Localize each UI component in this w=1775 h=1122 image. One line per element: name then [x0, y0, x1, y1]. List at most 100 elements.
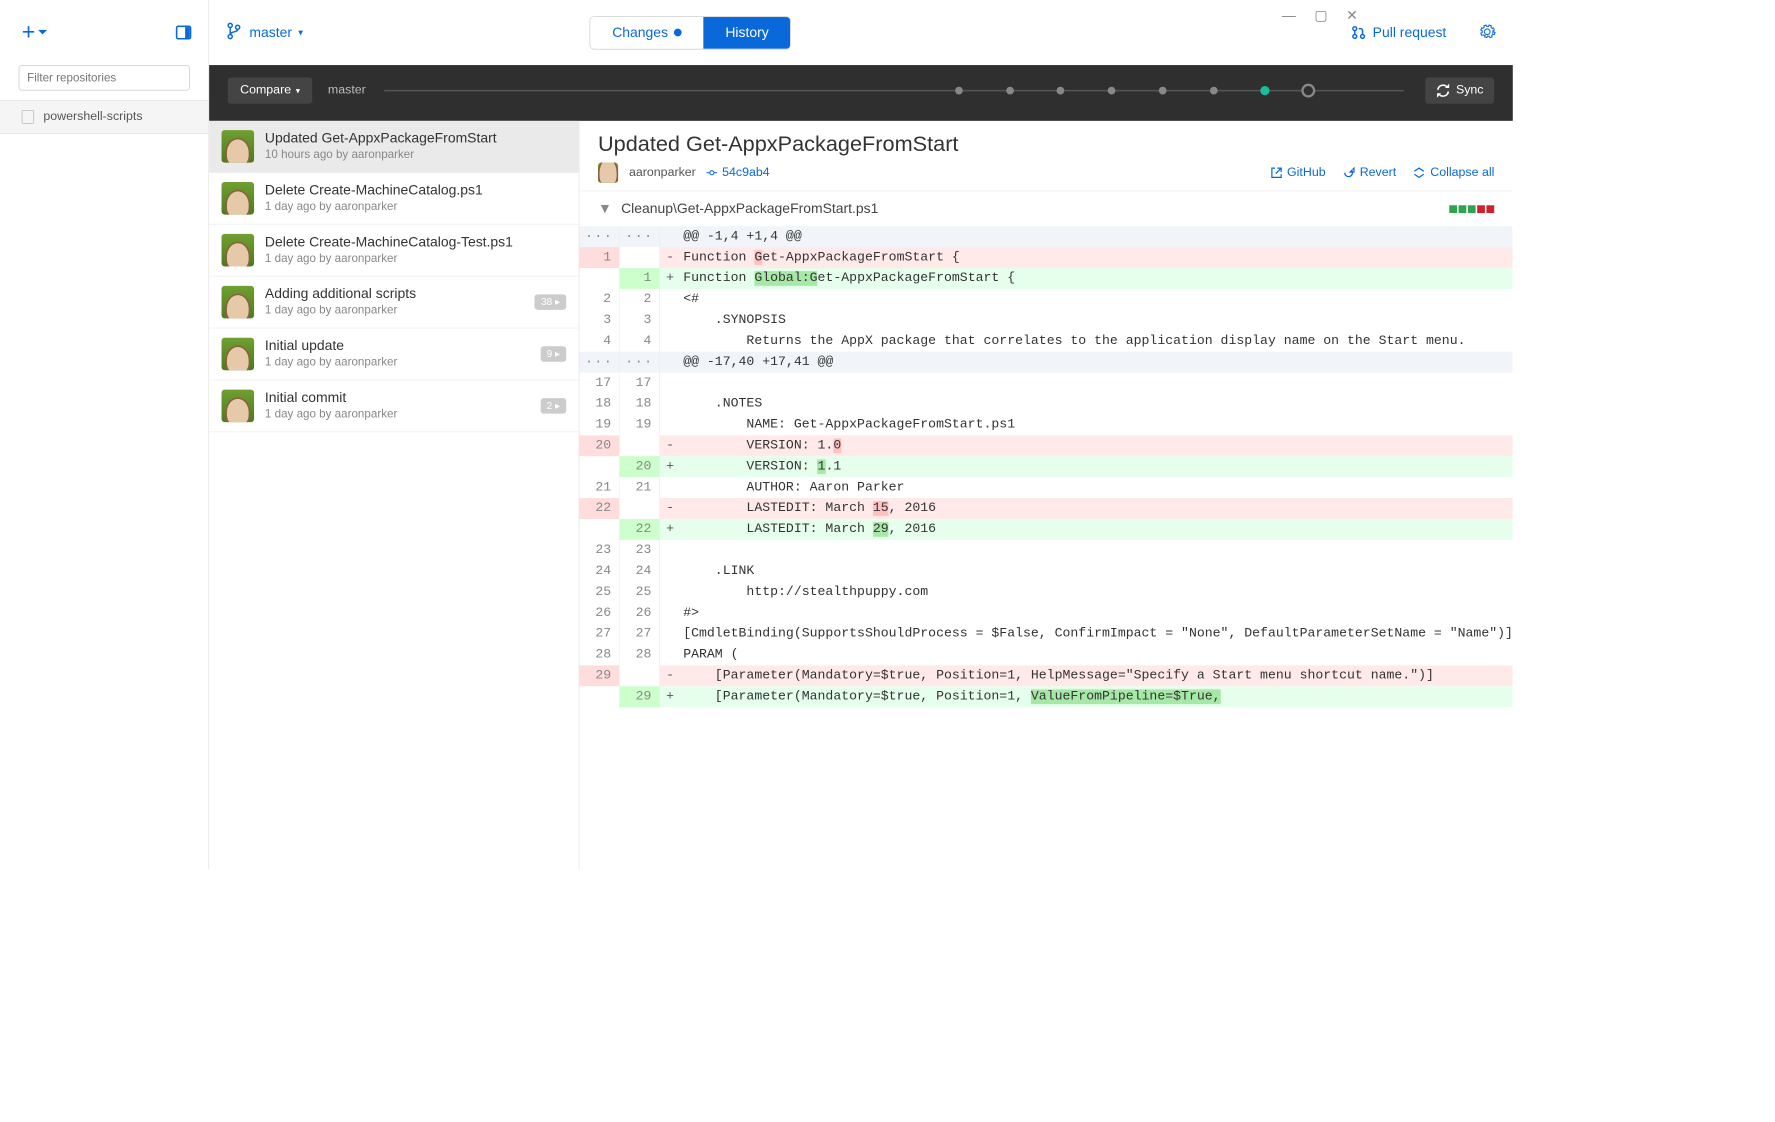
line-number-old: 2 — [579, 289, 619, 310]
file-header[interactable]: ▼ Cleanup\Get-AppxPackageFromStart.ps1 — [579, 191, 1513, 227]
repo-name: powershell-scripts — [43, 110, 142, 124]
repo-item[interactable]: powershell-scripts — [0, 100, 208, 134]
line-number-old: 18 — [579, 393, 619, 414]
close-button[interactable]: ✕ — [1346, 11, 1358, 20]
commit-meta: 1 day ago by aaronparker — [265, 252, 566, 265]
branch-selector[interactable]: master — [226, 21, 303, 43]
line-number-old — [579, 686, 619, 707]
filter-repositories-input[interactable] — [19, 65, 190, 91]
repo-icon — [22, 110, 34, 124]
line-number-old: 1 — [579, 247, 619, 268]
timeline-node[interactable] — [1210, 87, 1218, 95]
timeline-node[interactable] — [1108, 87, 1116, 95]
diff-row: 1919 NAME: Get-AppxPackageFromStart.ps1 — [579, 414, 1513, 435]
commit-item[interactable]: Delete Create-MachineCatalog.ps1 1 day ag… — [209, 173, 578, 225]
line-number-new: 4 — [620, 331, 660, 352]
commit-meta: 10 hours ago by aaronparker — [265, 148, 566, 161]
diff-sign: + — [660, 456, 680, 477]
gear-icon — [1479, 23, 1496, 40]
diff-code: Function Get-AppxPackageFromStart { — [680, 247, 1513, 268]
line-number-new: 28 — [620, 644, 660, 665]
diff-row: 22- LASTEDIT: March 15, 2016 — [579, 498, 1513, 519]
timeline-node[interactable] — [1006, 87, 1014, 95]
commit-timeline[interactable] — [384, 90, 1403, 92]
diff-code: .NOTES — [680, 393, 1513, 414]
commit-item[interactable]: Initial commit1 day ago by aaronparker2 … — [209, 380, 578, 432]
timeline-head-node[interactable] — [1301, 84, 1315, 98]
diff-row: 2424 .LINK — [579, 561, 1513, 582]
plus-icon: + — [22, 19, 36, 45]
sync-icon — [1436, 84, 1450, 98]
chevron-down-icon: ▼ — [598, 201, 612, 217]
line-number-old: 20 — [579, 435, 619, 456]
diff-code: Returns the AppX package that correlates… — [680, 331, 1513, 352]
commit-item[interactable]: Delete Create-MachineCatalog-Test.ps1 1 d… — [209, 225, 578, 277]
timeline-node[interactable] — [1057, 87, 1065, 95]
open-github-button[interactable]: GitHub — [1270, 166, 1326, 180]
commit-title: Adding additional scripts — [265, 286, 524, 302]
diff-table[interactable]: ······@@ -1,4 +1,4 @@1-Function Get-Appx… — [579, 226, 1513, 869]
compare-button[interactable]: Compare — [228, 77, 313, 103]
avatar — [222, 182, 255, 215]
diff-sign: - — [660, 247, 680, 268]
timeline-node[interactable] — [1159, 87, 1167, 95]
line-number-new: 20 — [620, 456, 660, 477]
line-number-old: 17 — [579, 373, 619, 394]
revert-button[interactable]: Revert — [1343, 166, 1397, 180]
commit-title: Initial commit — [265, 390, 530, 406]
line-number-new: 18 — [620, 393, 660, 414]
commit-title: Delete Create-MachineCatalog.ps1 — [265, 182, 566, 198]
commit-file-count-badge: 2 ▸ — [540, 398, 566, 413]
timeline-node[interactable] — [955, 87, 963, 95]
collapse-all-button[interactable]: Collapse all — [1413, 166, 1494, 180]
sidebar: + powershell-scripts — [0, 0, 209, 869]
line-number-new — [620, 498, 660, 519]
diff-row: 44 Returns the AppX package that correla… — [579, 331, 1513, 352]
maximize-button[interactable]: ▢ — [1314, 11, 1327, 20]
avatar — [222, 390, 255, 423]
commit-meta: 1 day ago by aaronparker — [265, 304, 524, 317]
diff-sha-link[interactable]: 54c9ab4 — [707, 166, 770, 180]
diff-sign: - — [660, 498, 680, 519]
minimize-button[interactable]: — — [1282, 11, 1296, 20]
diff-code: [CmdletBinding(SupportsShouldProcess = $… — [680, 624, 1513, 645]
external-link-icon — [1270, 167, 1282, 179]
line-number-old: 24 — [579, 561, 619, 582]
repo-list: powershell-scripts — [0, 100, 208, 869]
commit-title: Initial update — [265, 338, 530, 354]
diff-row: 1818 .NOTES — [579, 393, 1513, 414]
tab-changes[interactable]: Changes — [591, 17, 704, 49]
commit-meta: 1 day ago by aaronparker — [265, 200, 566, 213]
add-repo-button[interactable]: + — [22, 19, 48, 45]
commit-item[interactable]: Initial update1 day ago by aaronparker9 … — [209, 328, 578, 380]
branch-bar: Compare master Sync — [209, 65, 1513, 121]
branch-name: master — [249, 24, 302, 40]
commit-file-count-badge: 9 ▸ — [540, 346, 566, 361]
commit-title: Updated Get-AppxPackageFromStart — [265, 130, 566, 146]
diff-row: 2828PARAM ( — [579, 644, 1513, 665]
diff-code: .SYNOPSIS — [680, 310, 1513, 331]
line-number-new: 25 — [620, 582, 660, 603]
diff-code — [680, 373, 1513, 394]
diff-code: @@ -17,40 +17,41 @@ — [680, 352, 1513, 373]
diff-row: 29+ [Parameter(Mandatory=$true, Position… — [579, 686, 1513, 707]
avatar — [222, 234, 255, 267]
tab-history[interactable]: History — [704, 17, 791, 49]
line-number-new — [620, 435, 660, 456]
diff-code: [Parameter(Mandatory=$true, Position=1, … — [680, 665, 1513, 686]
avatar — [598, 163, 618, 183]
line-number-new — [620, 247, 660, 268]
settings-button[interactable] — [1479, 23, 1496, 42]
commit-item[interactable]: Adding additional scripts 1 day ago by aa… — [209, 277, 578, 329]
changes-indicator-dot — [674, 29, 682, 37]
pane-toggle-icon[interactable] — [176, 26, 191, 40]
commit-title: Delete Create-MachineCatalog-Test.ps1 — [265, 234, 566, 250]
line-number-new: 22 — [620, 519, 660, 540]
commit-item[interactable]: Updated Get-AppxPackageFromStart 10 hours… — [209, 121, 578, 173]
commit-icon — [707, 167, 718, 178]
diff-sign — [660, 561, 680, 582]
tab-group: Changes History — [590, 16, 791, 49]
sync-button[interactable]: Sync — [1425, 77, 1494, 103]
timeline-node[interactable] — [1261, 86, 1270, 95]
diff-row: 29- [Parameter(Mandatory=$true, Position… — [579, 665, 1513, 686]
